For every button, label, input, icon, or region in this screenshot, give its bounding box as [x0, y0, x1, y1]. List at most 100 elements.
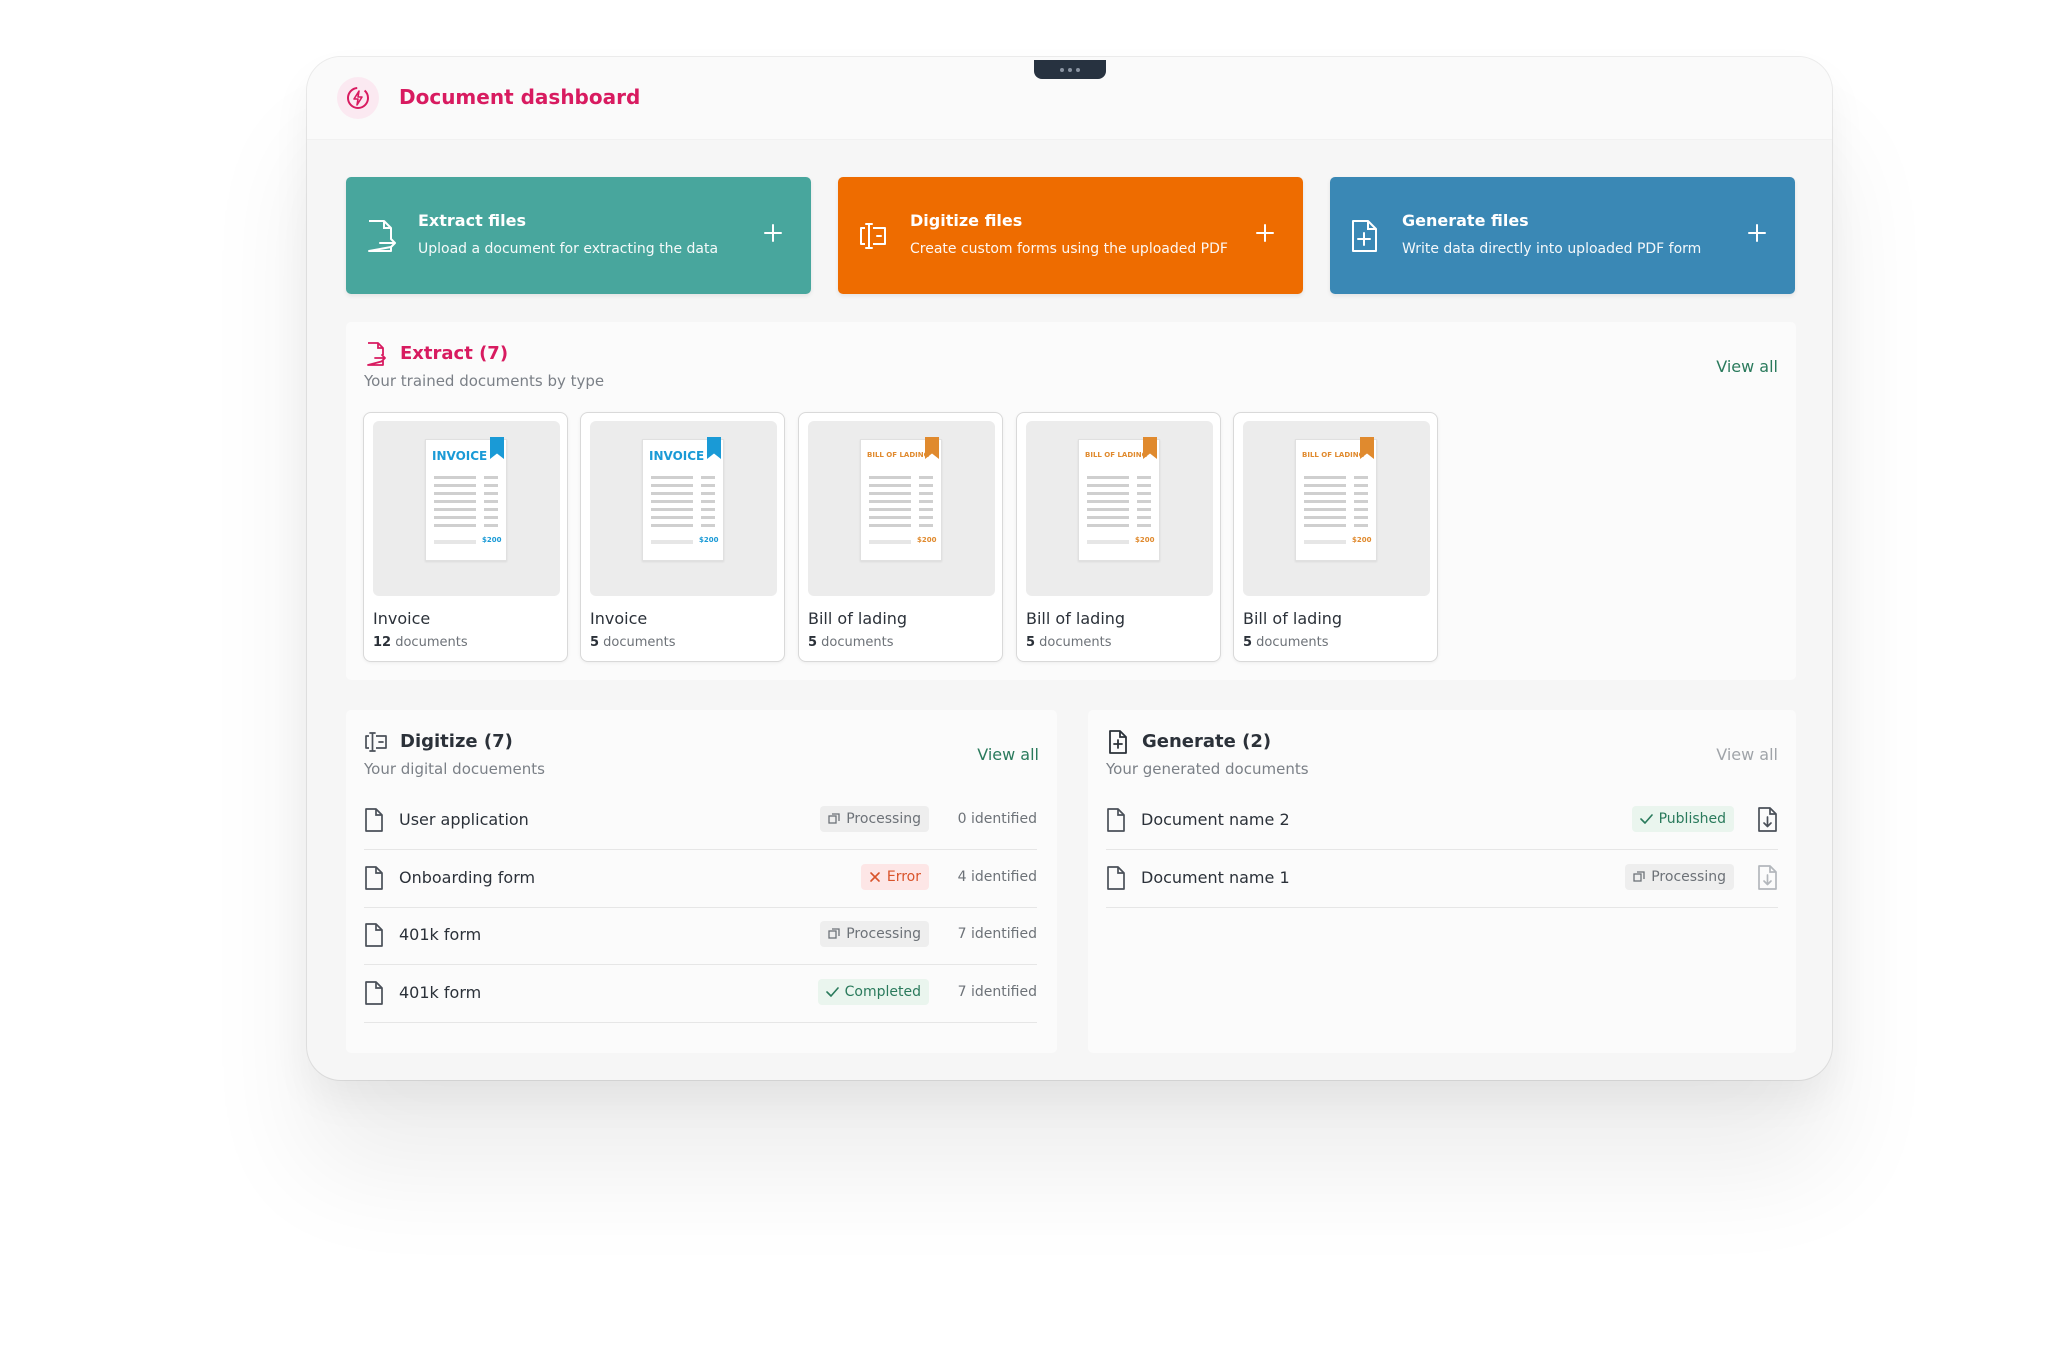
digitize-title: Digitize (7)	[400, 731, 513, 752]
document-header: INVOICE	[649, 449, 705, 463]
document-preview-icon: BILL OF LADING $200	[1295, 437, 1377, 561]
document-type-card[interactable]: BILL OF LADING $200 Bill of lading 5 docume…	[1016, 412, 1221, 662]
document-type-card[interactable]: INVOICE $200 Invoice 12 documents	[363, 412, 568, 662]
plus-icon[interactable]	[761, 221, 785, 245]
document-icon	[1107, 808, 1125, 832]
digitize-list-item[interactable]: Onboarding form Error 4 identified	[364, 850, 1037, 908]
document-preview-icon: BILL OF LADING $200	[860, 437, 942, 561]
page-title: Document dashboard	[399, 85, 641, 109]
app-window: Document dashboard Extract files Upload …	[307, 57, 1832, 1080]
document-header: BILL OF LADING	[1302, 451, 1365, 459]
document-amount: $200	[1135, 536, 1155, 544]
document-type-card[interactable]: BILL OF LADING $200 Bill of lading 5 docume…	[1233, 412, 1438, 662]
download-icon[interactable]	[1756, 807, 1778, 832]
file-export-icon	[368, 220, 396, 252]
identified-count: 7 identified	[957, 926, 1037, 942]
plus-icon[interactable]	[1253, 221, 1277, 245]
bookmark-icon	[1143, 437, 1157, 459]
document-count: 12 documents	[373, 635, 468, 650]
bookmark-icon	[707, 437, 721, 459]
x-icon	[870, 871, 880, 882]
extract-view-all-link[interactable]: View all	[1716, 357, 1778, 376]
generate-list-item[interactable]: Document name 1 Processing	[1106, 850, 1778, 908]
document-name: 401k form	[399, 925, 482, 944]
bookmark-icon	[1360, 437, 1374, 459]
form-input-icon	[365, 732, 387, 752]
digitize-list-item[interactable]: 401k form Processing 7 identified	[364, 907, 1037, 965]
generate-list-item[interactable]: Document name 2 Published	[1106, 792, 1778, 850]
action-title: Generate files	[1402, 211, 1529, 230]
document-amount: $200	[1352, 536, 1372, 544]
document-preview-icon: INVOICE $200	[642, 437, 724, 561]
digitize-list-item[interactable]: 401k form Completed 7 identified	[364, 965, 1037, 1023]
document-icon	[365, 923, 383, 947]
document-count: 5 documents	[808, 635, 894, 650]
check-icon	[1639, 814, 1653, 824]
status-badge: Error	[860, 863, 929, 890]
document-name: Onboarding form	[399, 867, 536, 887]
identified-count: 0 identified	[957, 811, 1037, 827]
document-amount: $200	[482, 536, 502, 544]
check-icon	[825, 986, 839, 997]
extract-files-card[interactable]: Extract files Upload a document for extr…	[346, 177, 811, 294]
digitize-view-all-link[interactable]: View all	[977, 745, 1039, 764]
document-name: User application	[399, 810, 529, 829]
document-thumbnail: BILL OF LADING $200	[1026, 421, 1213, 596]
digitize-list-item[interactable]: User application Processing 0 identified	[364, 792, 1037, 850]
document-count: 5 documents	[1243, 635, 1329, 650]
download-icon[interactable]	[1756, 864, 1778, 890]
document-type-name: Bill of lading	[808, 609, 908, 628]
processing-icon	[828, 813, 840, 824]
digitize-panel: Digitize (7) Your digital docuements Vie…	[346, 710, 1057, 1053]
status-badge: Processing	[820, 806, 929, 832]
status-badge: Processing	[1625, 863, 1734, 890]
document-type-name: Bill of lading	[1026, 609, 1126, 628]
extract-title: Extract (7)	[400, 343, 509, 364]
form-input-icon	[860, 223, 886, 249]
document-name: 401k form	[399, 982, 482, 1002]
document-amount: $200	[699, 536, 719, 544]
identified-count: 7 identified	[957, 983, 1037, 1000]
status-badge: Processing	[820, 921, 929, 947]
digitize-files-card[interactable]: Digitize files Create custom forms using…	[838, 177, 1303, 294]
file-plus-icon	[1109, 730, 1127, 754]
generate-view-all-link[interactable]: View all	[1716, 745, 1778, 764]
document-type-name: Invoice	[590, 609, 648, 628]
document-preview-icon: INVOICE $200	[425, 437, 507, 561]
processing-icon	[1633, 870, 1645, 882]
app-logo-icon[interactable]	[337, 77, 379, 119]
document-thumbnail: INVOICE $200	[373, 421, 560, 596]
document-count: 5 documents	[590, 635, 676, 650]
digitize-subtitle: Your digital docuements	[364, 760, 545, 778]
status-badge: Published	[1631, 806, 1734, 832]
document-amount: $200	[917, 536, 937, 544]
identified-count: 4 identified	[957, 868, 1037, 885]
document-icon	[365, 980, 383, 1005]
status-badge: Completed	[817, 978, 929, 1005]
action-title: Digitize files	[910, 211, 1023, 230]
action-subtitle: Upload a document for extracting the dat…	[418, 241, 719, 257]
plus-icon[interactable]	[1745, 221, 1769, 245]
processing-icon	[828, 928, 840, 939]
document-thumbnail: BILL OF LADING $200	[808, 421, 995, 596]
document-type-name: Invoice	[373, 609, 431, 628]
file-export-icon	[367, 342, 386, 366]
document-preview-icon: BILL OF LADING $200	[1078, 437, 1160, 561]
document-icon	[365, 865, 383, 890]
document-name: Document name 2	[1141, 810, 1290, 829]
document-thumbnail: INVOICE $200	[590, 421, 777, 596]
document-count: 5 documents	[1026, 635, 1112, 650]
document-type-card[interactable]: INVOICE $200 Invoice 5 documents	[580, 412, 785, 662]
document-type-name: Bill of lading	[1243, 609, 1343, 628]
window-notch	[1034, 60, 1106, 79]
document-icon	[365, 808, 383, 832]
document-icon	[1107, 865, 1125, 890]
document-type-card[interactable]: BILL OF LADING $200 Bill of lading 5 docume…	[798, 412, 1003, 662]
document-header: BILL OF LADING	[867, 451, 930, 459]
generate-panel: Generate (2) Your generated documents Vi…	[1088, 710, 1796, 1053]
document-thumbnail: BILL OF LADING $200	[1243, 421, 1430, 596]
generate-files-card[interactable]: Generate files Write data directly into …	[1330, 177, 1795, 294]
action-title: Extract files	[418, 211, 527, 230]
extract-subtitle: Your trained documents by type	[364, 372, 605, 390]
action-subtitle: Write data directly into uploaded PDF fo…	[1402, 241, 1702, 257]
